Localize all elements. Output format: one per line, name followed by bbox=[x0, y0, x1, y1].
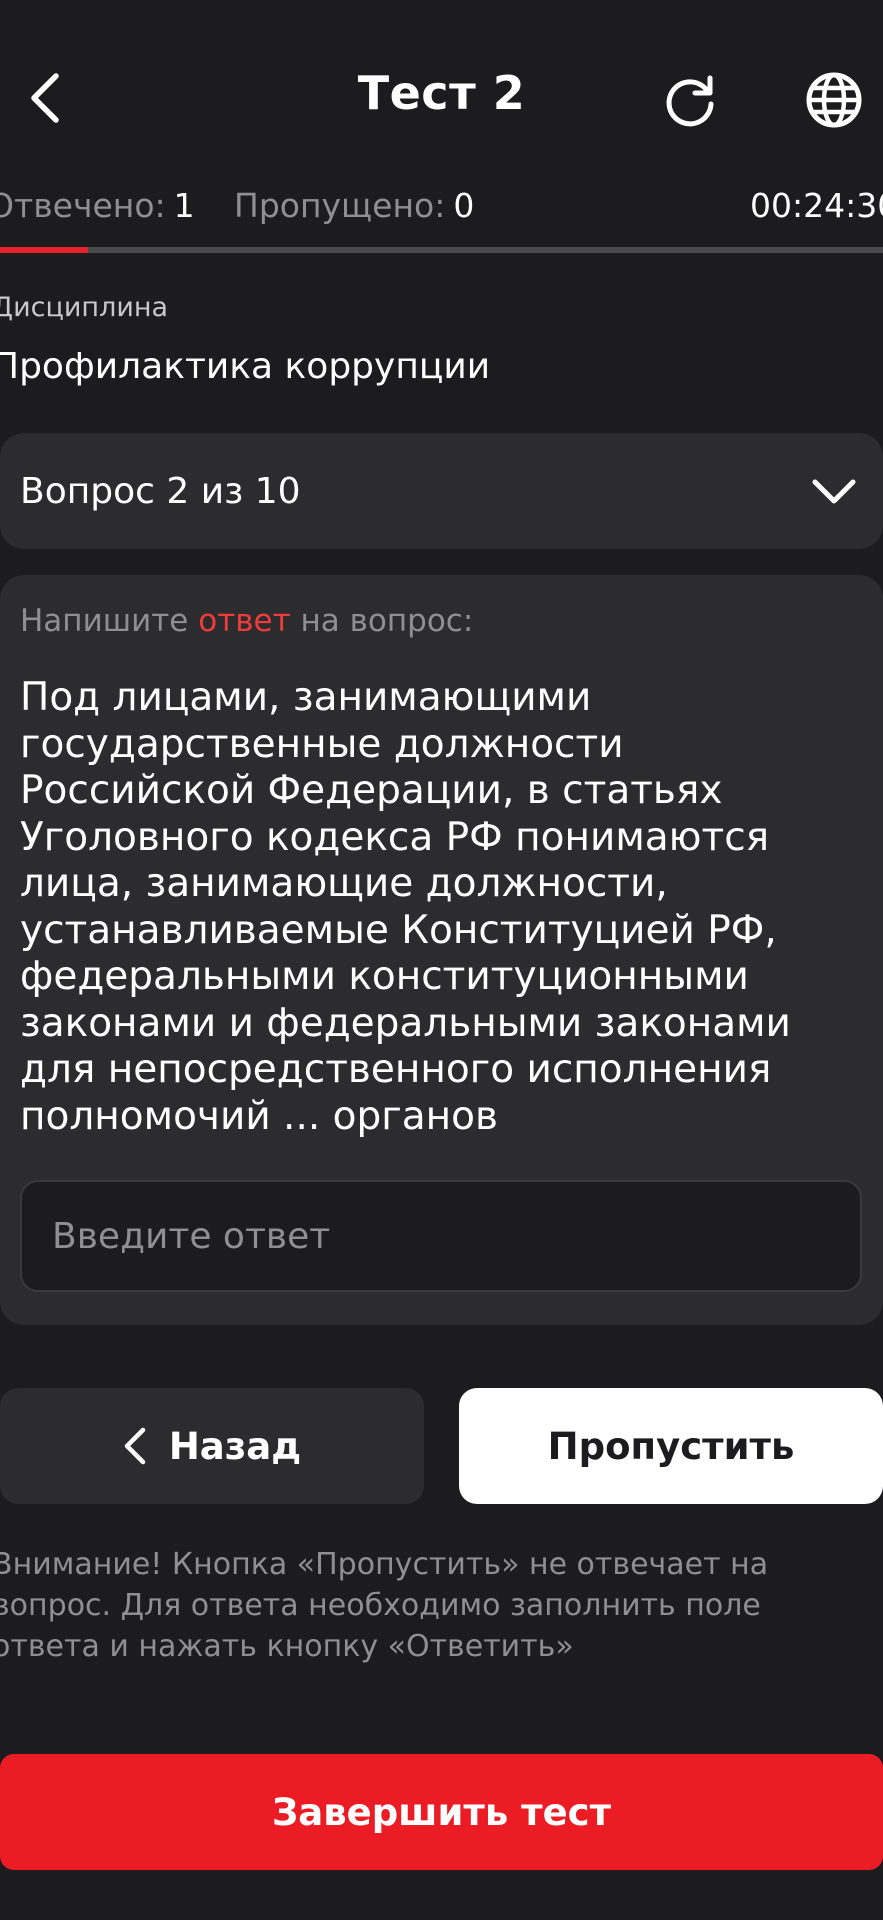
refresh-button[interactable] bbox=[658, 68, 722, 132]
answer-prompt: Напишите ответ на вопрос: bbox=[20, 603, 473, 639]
skipped-label: Пропущено: bbox=[234, 186, 446, 225]
question-card: Напишите ответ на вопрос: Под лицами, за… bbox=[0, 575, 883, 1325]
answered-stat: Отвечено: 1 bbox=[0, 186, 195, 225]
back-button[interactable]: Назад bbox=[0, 1388, 424, 1504]
globe-icon bbox=[806, 72, 862, 128]
progress-bar bbox=[0, 247, 883, 253]
skipped-value: 0 bbox=[453, 186, 475, 225]
answered-label: Отвечено: bbox=[0, 186, 166, 225]
discipline-label: Дисциплина bbox=[0, 292, 169, 323]
skip-button-label: Пропустить bbox=[547, 1424, 795, 1468]
skip-warning: Внимание! Кнопка «Пропустить» не отвечае… bbox=[0, 1547, 769, 1664]
answered-value: 1 bbox=[173, 186, 195, 225]
chevron-left-icon bbox=[124, 1427, 146, 1465]
progress-fill bbox=[0, 247, 89, 253]
discipline-name: Профилактика коррупции bbox=[0, 346, 491, 387]
finish-test-label: Завершить тест bbox=[271, 1790, 612, 1834]
answer-input[interactable] bbox=[20, 1180, 862, 1292]
finish-test-button[interactable]: Завершить тест bbox=[0, 1754, 883, 1870]
language-button[interactable] bbox=[802, 68, 866, 132]
chevron-down-icon bbox=[812, 479, 856, 504]
prompt-text-accent: ответ bbox=[198, 603, 291, 639]
back-button-label: Назад bbox=[168, 1424, 302, 1468]
question-text: Под лицами, занимающими государственные … bbox=[20, 675, 791, 1139]
skipped-stat: Пропущено: 0 bbox=[234, 186, 474, 225]
timer: 00:24:30 bbox=[750, 186, 883, 225]
prompt-text-after: на вопрос: bbox=[300, 603, 474, 639]
refresh-icon bbox=[666, 75, 714, 127]
page-title: Тест 2 bbox=[357, 66, 526, 120]
skip-button[interactable]: Пропустить bbox=[459, 1388, 883, 1504]
header: Тест 2 bbox=[0, 0, 883, 200]
question-selector-label: Вопрос 2 из 10 bbox=[20, 471, 301, 512]
prompt-text-before: Напишите bbox=[20, 603, 189, 639]
question-selector[interactable]: Вопрос 2 из 10 bbox=[0, 433, 883, 549]
